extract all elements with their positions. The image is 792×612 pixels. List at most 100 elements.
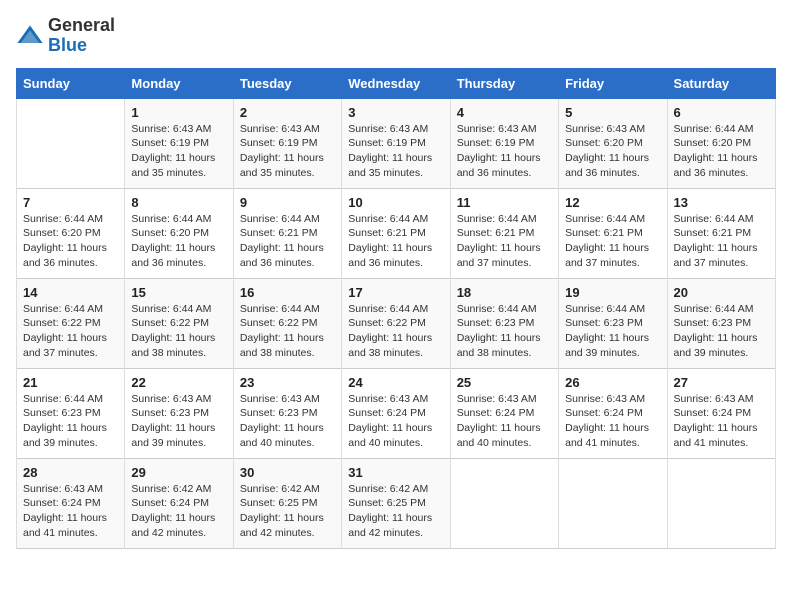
day-number: 8 [131,195,226,210]
header-cell-wednesday: Wednesday [342,68,450,98]
day-number: 4 [457,105,552,120]
day-detail: Sunrise: 6:44 AMSunset: 6:21 PMDaylight:… [348,212,443,271]
header-cell-sunday: Sunday [17,68,125,98]
calendar-cell: 24 Sunrise: 6:43 AMSunset: 6:24 PMDayligh… [342,368,450,458]
calendar-cell: 19Sunrise: 6:44 AMSunset: 6:23 PMDayligh… [559,278,667,368]
day-number: 1 [131,105,226,120]
day-number: 11 [457,195,552,210]
day-detail: Sunrise: 6:44 AMSunset: 6:22 PMDaylight:… [131,302,226,361]
day-detail: Sunrise: 6:44 AMSunset: 6:21 PMDaylight:… [457,212,552,271]
header-cell-thursday: Thursday [450,68,558,98]
calendar-cell: 20 Sunrise: 6:44 AMSunset: 6:23 PMDayligh… [667,278,775,368]
calendar-cell: 22 Sunrise: 6:43 AMSunset: 6:23 PMDayligh… [125,368,233,458]
calendar-cell: 8 Sunrise: 6:44 AMSunset: 6:20 PMDaylight… [125,188,233,278]
day-number: 22 [131,375,226,390]
calendar-cell: 23 Sunrise: 6:43 AMSunset: 6:23 PMDayligh… [233,368,341,458]
day-detail: Sunrise: 6:43 AMSunset: 6:24 PMDaylight:… [674,392,769,451]
day-number: 6 [674,105,769,120]
day-detail: Sunrise: 6:44 AMSunset: 6:22 PMDaylight:… [23,302,118,361]
day-detail: Sunrise: 6:44 AMSunset: 6:20 PMDaylight:… [131,212,226,271]
calendar-cell: 25 Sunrise: 6:43 AMSunset: 6:24 PMDayligh… [450,368,558,458]
day-number: 25 [457,375,552,390]
calendar-cell [450,458,558,548]
day-number: 19 [565,285,660,300]
calendar-cell: 29 Sunrise: 6:42 AMSunset: 6:24 PMDayligh… [125,458,233,548]
day-detail: Sunrise: 6:44 AMSunset: 6:22 PMDaylight:… [348,302,443,361]
day-detail: Sunrise: 6:44 AMSunset: 6:21 PMDaylight:… [240,212,335,271]
day-detail: Sunrise: 6:44 AMSunset: 6:20 PMDaylight:… [23,212,118,271]
day-number: 12 [565,195,660,210]
calendar-cell: 6 Sunrise: 6:44 AMSunset: 6:20 PMDaylight… [667,98,775,188]
calendar-cell: 18 Sunrise: 6:44 AMSunset: 6:23 PMDayligh… [450,278,558,368]
calendar-cell [17,98,125,188]
calendar-table: SundayMondayTuesdayWednesdayThursdayFrid… [16,68,776,549]
day-number: 2 [240,105,335,120]
day-detail: Sunrise: 6:43 AMSunset: 6:19 PMDaylight:… [240,122,335,181]
day-number: 9 [240,195,335,210]
calendar-cell: 9 Sunrise: 6:44 AMSunset: 6:21 PMDaylight… [233,188,341,278]
header-cell-tuesday: Tuesday [233,68,341,98]
header-cell-monday: Monday [125,68,233,98]
day-number: 30 [240,465,335,480]
day-detail: Sunrise: 6:44 AMSunset: 6:22 PMDaylight:… [240,302,335,361]
calendar-cell: 2 Sunrise: 6:43 AMSunset: 6:19 PMDaylight… [233,98,341,188]
day-detail: Sunrise: 6:42 AMSunset: 6:24 PMDaylight:… [131,482,226,541]
calendar-cell: 11 Sunrise: 6:44 AMSunset: 6:21 PMDayligh… [450,188,558,278]
day-detail: Sunrise: 6:43 AMSunset: 6:24 PMDaylight:… [23,482,118,541]
day-number: 29 [131,465,226,480]
day-detail: Sunrise: 6:42 AMSunset: 6:25 PMDaylight:… [240,482,335,541]
calendar-week-row: 1 Sunrise: 6:43 AMSunset: 6:19 PMDaylight… [17,98,776,188]
day-detail: Sunrise: 6:44 AMSunset: 6:21 PMDaylight:… [674,212,769,271]
page-header: General Blue [16,16,776,56]
calendar-cell: 17 Sunrise: 6:44 AMSunset: 6:22 PMDayligh… [342,278,450,368]
header-row: SundayMondayTuesdayWednesdayThursdayFrid… [17,68,776,98]
day-number: 18 [457,285,552,300]
calendar-week-row: 7 Sunrise: 6:44 AMSunset: 6:20 PMDaylight… [17,188,776,278]
calendar-cell: 12 Sunrise: 6:44 AMSunset: 6:21 PMDayligh… [559,188,667,278]
header-cell-saturday: Saturday [667,68,775,98]
logo-blue-text: Blue [48,35,87,55]
calendar-cell: 21 Sunrise: 6:44 AMSunset: 6:23 PMDayligh… [17,368,125,458]
calendar-cell: 31 Sunrise: 6:42 AMSunset: 6:25 PMDayligh… [342,458,450,548]
calendar-cell: 16 Sunrise: 6:44 AMSunset: 6:22 PMDayligh… [233,278,341,368]
calendar-cell: 10 Sunrise: 6:44 AMSunset: 6:21 PMDayligh… [342,188,450,278]
day-detail: Sunrise: 6:44 AMSunset: 6:23 PMDaylight:… [457,302,552,361]
day-number: 20 [674,285,769,300]
day-number: 17 [348,285,443,300]
day-number: 31 [348,465,443,480]
day-number: 24 [348,375,443,390]
day-number: 23 [240,375,335,390]
day-number: 10 [348,195,443,210]
calendar-cell: 13 Sunrise: 6:44 AMSunset: 6:21 PMDayligh… [667,188,775,278]
day-number: 14 [23,285,118,300]
calendar-week-row: 28 Sunrise: 6:43 AMSunset: 6:24 PMDayligh… [17,458,776,548]
day-number: 16 [240,285,335,300]
day-detail: Sunrise: 6:44 AMSunset: 6:20 PMDaylight:… [674,122,769,181]
day-detail: Sunrise: 6:43 AMSunset: 6:24 PMDaylight:… [457,392,552,451]
day-detail: Sunrise: 6:43 AMSunset: 6:24 PMDaylight:… [348,392,443,451]
day-number: 27 [674,375,769,390]
calendar-cell: 28 Sunrise: 6:43 AMSunset: 6:24 PMDayligh… [17,458,125,548]
day-detail: Sunrise: 6:43 AMSunset: 6:19 PMDaylight:… [457,122,552,181]
day-detail: Sunrise: 6:44 AMSunset: 6:23 PMDaylight:… [23,392,118,451]
day-detail: Sunrise: 6:43 AMSunset: 6:24 PMDaylight:… [565,392,660,451]
calendar-cell: 14 Sunrise: 6:44 AMSunset: 6:22 PMDayligh… [17,278,125,368]
calendar-cell: 15 Sunrise: 6:44 AMSunset: 6:22 PMDayligh… [125,278,233,368]
day-detail: Sunrise: 6:44 AMSunset: 6:23 PMDaylight:… [674,302,769,361]
day-number: 26 [565,375,660,390]
day-number: 15 [131,285,226,300]
logo-general-text: General [48,15,115,35]
calendar-cell [559,458,667,548]
day-detail: Sunrise: 6:44 AMSunset: 6:21 PMDaylight:… [565,212,660,271]
day-number: 21 [23,375,118,390]
day-detail: Sunrise: 6:42 AMSunset: 6:25 PMDaylight:… [348,482,443,541]
day-detail: Sunrise: 6:43 AMSunset: 6:20 PMDaylight:… [565,122,660,181]
day-detail: Sunrise: 6:43 AMSunset: 6:23 PMDaylight:… [240,392,335,451]
day-number: 28 [23,465,118,480]
header-cell-friday: Friday [559,68,667,98]
calendar-cell [667,458,775,548]
day-number: 7 [23,195,118,210]
day-detail: Sunrise: 6:43 AMSunset: 6:23 PMDaylight:… [131,392,226,451]
day-number: 13 [674,195,769,210]
logo: General Blue [16,16,115,56]
